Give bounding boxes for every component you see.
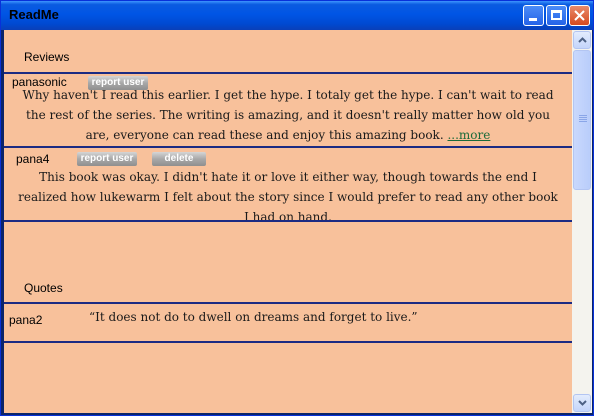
quotes-heading: Quotes xyxy=(24,281,63,295)
readme-window: ReadMe Reviews panasonic report user Why… xyxy=(0,0,594,416)
grip-icon xyxy=(579,117,587,118)
scroll-up-icon[interactable] xyxy=(573,31,591,49)
quote-text: “It does not do to dwell on dreams and f… xyxy=(89,310,418,324)
reviews-heading: Reviews xyxy=(24,50,70,64)
delete-button[interactable]: delete xyxy=(152,152,206,166)
divider xyxy=(4,341,572,343)
title-bar[interactable]: ReadMe xyxy=(1,1,593,30)
grip-icon xyxy=(579,115,587,116)
review-text: This book was okay. I didn't hate it or … xyxy=(18,170,558,224)
minimize-icon[interactable] xyxy=(523,5,544,26)
divider xyxy=(4,302,572,304)
grip-icon xyxy=(579,119,587,120)
scroll-down-icon[interactable] xyxy=(573,394,591,412)
divider xyxy=(4,146,572,148)
close-icon[interactable] xyxy=(569,5,590,26)
quote-username[interactable]: pana2 xyxy=(9,313,42,327)
content-area: Reviews panasonic report user Why haven'… xyxy=(4,30,572,413)
divider xyxy=(4,220,572,222)
grip-icon xyxy=(579,121,587,122)
read-more-link[interactable]: ...more xyxy=(447,128,490,142)
review-username[interactable]: pana4 xyxy=(16,152,49,166)
vertical-scrollbar[interactable] xyxy=(572,30,592,413)
report-user-button[interactable]: report user xyxy=(77,152,137,166)
window-title: ReadMe xyxy=(9,7,59,22)
divider xyxy=(4,72,572,74)
maximize-icon[interactable] xyxy=(546,5,567,26)
scroll-thumb[interactable] xyxy=(573,50,591,190)
review-text: Why haven't I read this earlier. I get t… xyxy=(22,88,554,142)
